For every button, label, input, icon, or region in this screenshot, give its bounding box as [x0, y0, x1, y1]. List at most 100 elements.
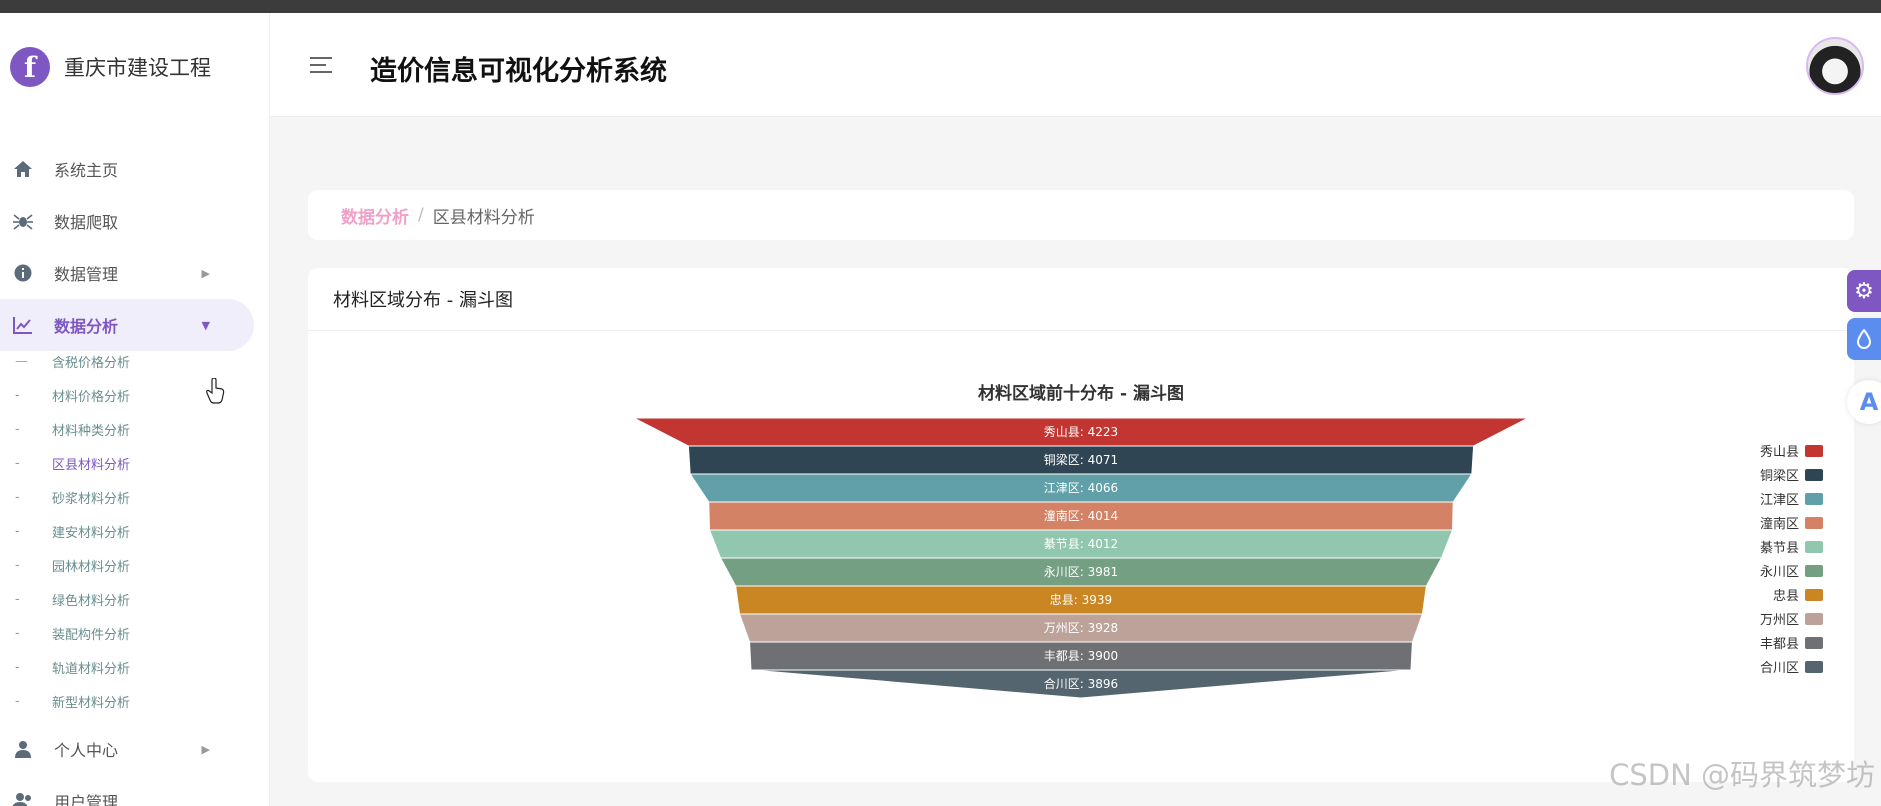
gear-icon: ⚙: [1854, 278, 1874, 304]
legend-label[interactable]: 万州区: [1760, 613, 1799, 628]
submenu-item-label: 材料价格分析: [52, 389, 131, 405]
brand-name: 重庆市建设工程: [64, 56, 211, 80]
submenu-item-construction[interactable]: - 建安材料分析: [0, 516, 240, 546]
menu-item-label: 数据管理: [54, 265, 119, 284]
legend-swatch[interactable]: [1805, 565, 1823, 577]
funnel-data-label: 铜梁区: 4071: [1044, 452, 1118, 467]
submenu-dash: -: [15, 591, 20, 607]
submenu-item-label: 轨道材料分析: [52, 661, 131, 677]
funnel-data-label: 綦节县: 4012: [1044, 537, 1118, 551]
funnel-data-label: 秀山县: 4223: [1044, 425, 1118, 439]
submenu-item-label: 园林材料分析: [52, 559, 131, 575]
funnel-data-label: 万州区: 3928: [1044, 621, 1118, 635]
menu-toggle-icon[interactable]: [310, 57, 332, 75]
chart-card: 材料区域分布 - 漏斗图 材料区域前十分布 - 漏斗图 秀山县: 4223 秀山县…: [308, 268, 1854, 782]
legend-label[interactable]: 永川区: [1760, 565, 1799, 580]
chart-line-icon: [12, 314, 34, 336]
chevron-right-icon: ▶: [201, 266, 210, 280]
submenu-item-prefab[interactable]: - 装配构件分析: [0, 618, 240, 648]
top-header: 造价信息可视化分析系统: [270, 13, 1881, 117]
watermark: CSDN @码界筑梦坊: [1609, 758, 1875, 792]
submenu-item-label: 材料种类分析: [52, 423, 131, 439]
menu-item-label: 个人中心: [54, 741, 119, 760]
legend-swatch[interactable]: [1805, 445, 1823, 457]
brand-logo: f: [10, 47, 50, 87]
funnel-data-label: 江津区: 4066: [1044, 481, 1118, 495]
legend-label[interactable]: 铜梁区: [1760, 469, 1799, 484]
breadcrumb-separator: /: [418, 205, 424, 225]
legend-label[interactable]: 秀山县: [1760, 445, 1799, 460]
legend-swatch[interactable]: [1805, 637, 1823, 649]
submenu-item-district-material[interactable]: - 区县材料分析: [0, 448, 240, 478]
menu-item-home[interactable]: 系统主页: [0, 143, 254, 195]
hand-cursor-icon: [206, 378, 225, 404]
legend-label[interactable]: 丰都县: [1760, 637, 1799, 652]
submenu-dash: -: [15, 489, 20, 505]
menu-item-data-analysis[interactable]: 数据分析 ▼: [0, 299, 254, 351]
funnel-data-label: 忠县: 3939: [1050, 593, 1112, 607]
funnel-chart: 秀山县: 4223 秀山县 铜梁区: 4071 铜梁区江津区: 4066 江津区潼南区:…: [633, 417, 1823, 699]
submenu-item-garden[interactable]: - 园林材料分析: [0, 550, 240, 580]
legend-swatch[interactable]: [1805, 469, 1823, 481]
theme-button[interactable]: [1847, 318, 1881, 360]
submenu-item-label: 含税价格分析: [52, 355, 131, 371]
submenu-dash: -: [15, 557, 20, 573]
funnel-data-label: 合川区: 3896: [1044, 676, 1118, 691]
submenu-item-label: 建安材料分析: [52, 525, 131, 541]
home-icon: [12, 158, 34, 180]
app-title: 造价信息可视化分析系统: [370, 56, 667, 87]
menu-item-label: 数据爬取: [54, 213, 119, 232]
submenu-dash: -: [15, 387, 20, 403]
legend-swatch[interactable]: [1805, 589, 1823, 601]
brand[interactable]: f 重庆市建设工程: [10, 45, 211, 89]
users-icon: [12, 790, 34, 806]
legend-label[interactable]: 潼南区: [1760, 516, 1799, 532]
legend-swatch[interactable]: [1805, 541, 1823, 553]
legend-swatch[interactable]: [1805, 613, 1823, 625]
chevron-down-icon: ▼: [201, 318, 210, 332]
legend-label[interactable]: 合川区: [1760, 661, 1799, 676]
submenu-item-new-material[interactable]: - 新型材料分析: [0, 686, 240, 716]
legend-swatch[interactable]: [1805, 493, 1823, 505]
legend-label[interactable]: 綦节县: [1760, 541, 1799, 556]
drop-icon: [1857, 329, 1871, 349]
funnel-data-label: 永川区: 3981: [1044, 565, 1118, 579]
breadcrumb-current: 区县材料分析: [432, 207, 535, 228]
submenu-item-label: 绿色材料分析: [52, 593, 131, 609]
sidebar: f 重庆市建设工程 系统主页 数据爬取 数据管理 ▶ 数据分析 ▼ — 含税价格…: [0, 13, 270, 806]
legend-label[interactable]: 忠县: [1773, 589, 1799, 604]
breadcrumb: 数据分析 / 区县材料分析: [308, 190, 1854, 240]
submenu-item-label: 砂浆材料分析: [52, 491, 131, 507]
submenu-item-rail[interactable]: - 轨道材料分析: [0, 652, 240, 682]
submenu-dash: -: [15, 455, 20, 471]
submenu-dash: —: [15, 353, 28, 369]
ai-icon: A: [1859, 388, 1879, 416]
submenu-item-material-type[interactable]: - 材料种类分析: [0, 414, 240, 444]
submenu-item-label: 装配构件分析: [52, 627, 131, 643]
legend-swatch[interactable]: [1805, 661, 1823, 673]
menu-item-crawl[interactable]: 数据爬取: [0, 195, 254, 247]
user-icon: [12, 738, 34, 760]
avatar[interactable]: [1806, 37, 1864, 95]
submenu-dash: -: [15, 421, 20, 437]
legend-label[interactable]: 江津区: [1760, 493, 1799, 508]
menu-item-label: 系统主页: [54, 161, 119, 180]
settings-button[interactable]: ⚙: [1847, 270, 1881, 312]
submenu-item-material-price[interactable]: - 材料价格分析: [0, 380, 240, 410]
submenu-item-label: 新型材料分析: [52, 695, 131, 711]
menu-item-label: 数据分析: [54, 317, 119, 336]
chevron-right-icon: ▶: [201, 742, 210, 756]
menu-item-data-management[interactable]: 数据管理 ▶: [0, 247, 254, 299]
submenu-item-mortar[interactable]: - 砂浆材料分析: [0, 482, 240, 512]
submenu-item-tax-price[interactable]: — 含税价格分析: [0, 346, 240, 376]
submenu-item-green[interactable]: - 绿色材料分析: [0, 584, 240, 614]
menu-item-user-management[interactable]: 用户管理: [0, 775, 254, 806]
legend-swatch[interactable]: [1805, 517, 1823, 529]
funnel-data-label: 潼南区: 4014: [1044, 508, 1118, 523]
submenu-item-label: 区县材料分析: [52, 457, 131, 473]
menu-item-label: 用户管理: [54, 793, 119, 806]
menu-item-profile[interactable]: 个人中心 ▶: [0, 723, 254, 775]
submenu-dash: -: [15, 625, 20, 641]
breadcrumb-parent[interactable]: 数据分析: [341, 203, 409, 228]
spider-icon: [12, 210, 34, 232]
